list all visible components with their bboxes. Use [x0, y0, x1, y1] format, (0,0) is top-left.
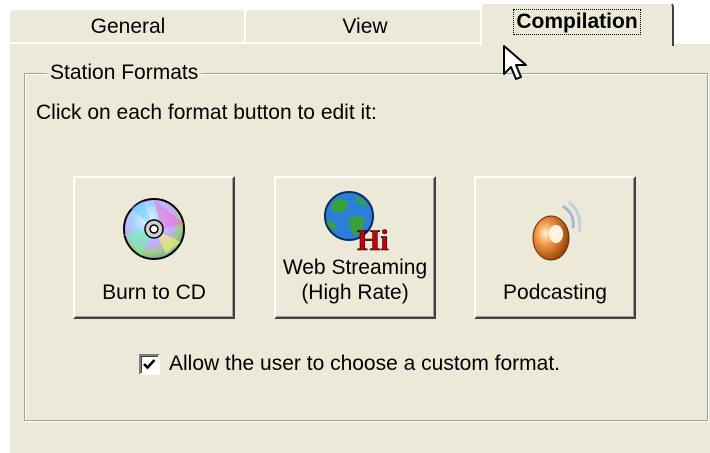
svg-text:Hi: Hi: [357, 224, 389, 254]
checkmark-icon: [143, 358, 156, 369]
group-title: Station Formats: [47, 60, 202, 86]
tab-view-label: View: [342, 15, 388, 38]
instruction-text: Click on each format button to edit it:: [36, 101, 377, 124]
web-streaming-button[interactable]: Hi Web Streaming (High Rate): [274, 176, 436, 319]
web-streaming-label: Web Streaming (High Rate): [282, 256, 428, 304]
mouse-cursor-icon: [503, 45, 527, 80]
tab-view[interactable]: View: [244, 8, 486, 44]
cd-disc-icon: [123, 198, 185, 260]
tab-compilation-label: Compilation: [513, 9, 641, 35]
custom-format-checkbox[interactable]: [139, 353, 160, 375]
podcast-icon: [532, 200, 582, 261]
podcasting-button[interactable]: Podcasting: [474, 176, 636, 319]
podcasting-label: Podcasting: [503, 281, 607, 304]
custom-format-checkbox-row[interactable]: Allow the user to choose a custom format…: [139, 352, 560, 376]
globe-hi-icon: Hi: [324, 191, 389, 254]
burn-to-cd-button[interactable]: Burn to CD: [73, 176, 235, 319]
burn-to-cd-label: Burn to CD: [102, 281, 206, 304]
tab-panel: Station Formats Click on each format but…: [8, 42, 710, 453]
tab-general[interactable]: General: [8, 8, 248, 44]
tab-general-label: General: [90, 15, 166, 38]
custom-format-label: Allow the user to choose a custom format…: [169, 352, 561, 375]
tab-compilation[interactable]: Compilation: [480, 2, 674, 46]
